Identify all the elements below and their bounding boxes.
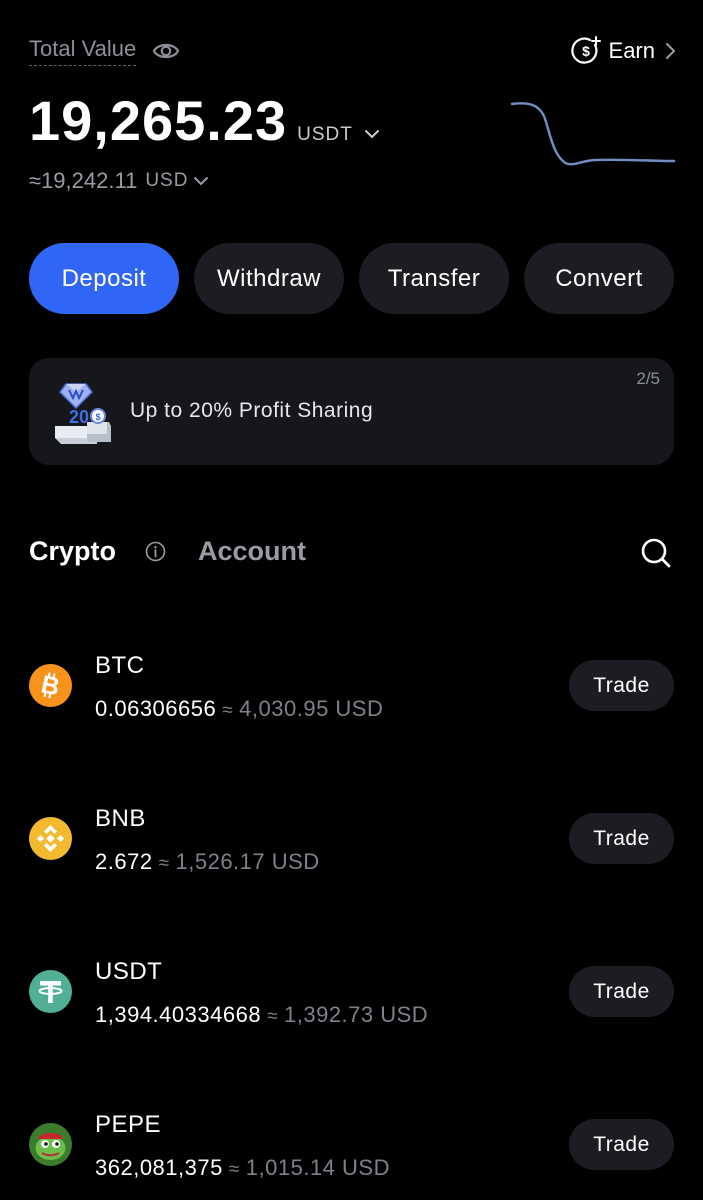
asset-fiat-value: 1,392.73 USD xyxy=(284,1002,429,1027)
approx-sign: ≈ xyxy=(267,1006,278,1027)
dollar-star-icon: $ xyxy=(570,36,601,66)
total-balance: 19,265.23 xyxy=(29,89,288,152)
asset-balance: 2.672 ≈1,526.17 USD xyxy=(95,849,320,875)
wallet-page: Total Value $ Earn 19,265.23 USDT ≈19,24… xyxy=(0,0,703,1200)
asset-symbol: USDT xyxy=(95,958,163,985)
eye-icon[interactable] xyxy=(152,37,180,65)
approx-sign: ≈ xyxy=(158,853,170,874)
tab-crypto[interactable]: Crypto xyxy=(29,536,116,567)
trade-button[interactable]: Trade xyxy=(569,660,674,711)
asset-balance: 362,081,375 ≈1,015.14 USD xyxy=(95,1155,390,1181)
asset-balance: 1,394.40334668 ≈1,392.73 USD xyxy=(95,1002,428,1028)
svg-text:$: $ xyxy=(95,412,100,422)
info-icon[interactable] xyxy=(145,541,166,562)
asset-fiat-value: 1,015.14 USD xyxy=(245,1155,390,1180)
asset-row-btc[interactable]: B BTC 0.06306656 ≈4,030.95 USD Trade xyxy=(0,640,703,750)
promo-banner[interactable]: $ 20 Up to 20% Profit Sharing 2/5 xyxy=(29,358,674,465)
asset-fiat-value: 1,526.17 USD xyxy=(175,849,320,874)
approx-sign: ≈ xyxy=(228,1159,240,1180)
asset-row-bnb[interactable]: BNB 2.672 ≈1,526.17 USD Trade xyxy=(0,793,703,903)
chevron-down-icon xyxy=(194,177,209,185)
asset-fiat-value: 4,030.95 USD xyxy=(239,696,384,721)
trade-button[interactable]: Trade xyxy=(569,966,674,1017)
banner-art-text: 20 xyxy=(69,407,89,427)
btc-icon: B xyxy=(29,664,72,707)
asset-row-pepe[interactable]: PEPE 362,081,375 ≈1,015.14 USD Trade xyxy=(0,1099,703,1200)
asset-balance: 0.06306656 ≈4,030.95 USD xyxy=(95,696,383,722)
asset-amount: 1,394.40334668 xyxy=(95,1002,262,1027)
earn-label: Earn xyxy=(608,38,655,63)
asset-row-usdt[interactable]: USDT 1,394.40334668 ≈1,392.73 USD Trade xyxy=(0,946,703,1056)
approx-unit: USD xyxy=(145,170,189,191)
asset-amount: 2.672 xyxy=(95,849,153,874)
search-icon[interactable] xyxy=(640,537,672,569)
usdt-icon xyxy=(29,970,72,1013)
chevron-right-icon xyxy=(665,41,677,61)
deposit-button[interactable]: Deposit xyxy=(29,243,179,314)
banner-text: Up to 20% Profit Sharing xyxy=(130,399,374,422)
asset-amount: 0.06306656 xyxy=(95,696,217,721)
banner-page-indicator: 2/5 xyxy=(636,369,660,388)
asset-symbol: PEPE xyxy=(95,1111,162,1138)
withdraw-button[interactable]: Withdraw xyxy=(194,243,344,314)
transfer-button[interactable]: Transfer xyxy=(359,243,509,314)
asset-symbol: BTC xyxy=(95,652,145,679)
trophy-podium-icon: $ 20 xyxy=(55,383,111,444)
bnb-icon xyxy=(29,817,72,860)
convert-button[interactable]: Convert xyxy=(524,243,674,314)
total-value-header: Total Value xyxy=(29,36,180,66)
total-value-label[interactable]: Total Value xyxy=(29,36,137,66)
approx-sign: ≈ xyxy=(222,700,234,721)
balance-row: 19,265.23 USDT xyxy=(29,88,380,153)
pepe-icon xyxy=(29,1123,72,1166)
asset-amount: 362,081,375 xyxy=(95,1155,223,1180)
chevron-down-icon xyxy=(364,130,379,138)
earn-link[interactable]: $ Earn xyxy=(570,36,677,66)
balance-unit: USDT xyxy=(297,124,353,145)
trade-button[interactable]: Trade xyxy=(569,1119,674,1170)
trade-button[interactable]: Trade xyxy=(569,813,674,864)
approx-value: ≈19,242.11 xyxy=(29,168,138,193)
action-buttons: Deposit Withdraw Transfer Convert xyxy=(29,243,674,314)
balance-sparkline xyxy=(510,102,676,166)
approx-value-row[interactable]: ≈19,242.11 USD xyxy=(29,168,209,194)
asset-symbol: BNB xyxy=(95,805,146,832)
balance-unit-selector[interactable]: USDT xyxy=(297,124,380,146)
tab-account[interactable]: Account xyxy=(198,536,306,567)
svg-text:$: $ xyxy=(582,43,590,59)
